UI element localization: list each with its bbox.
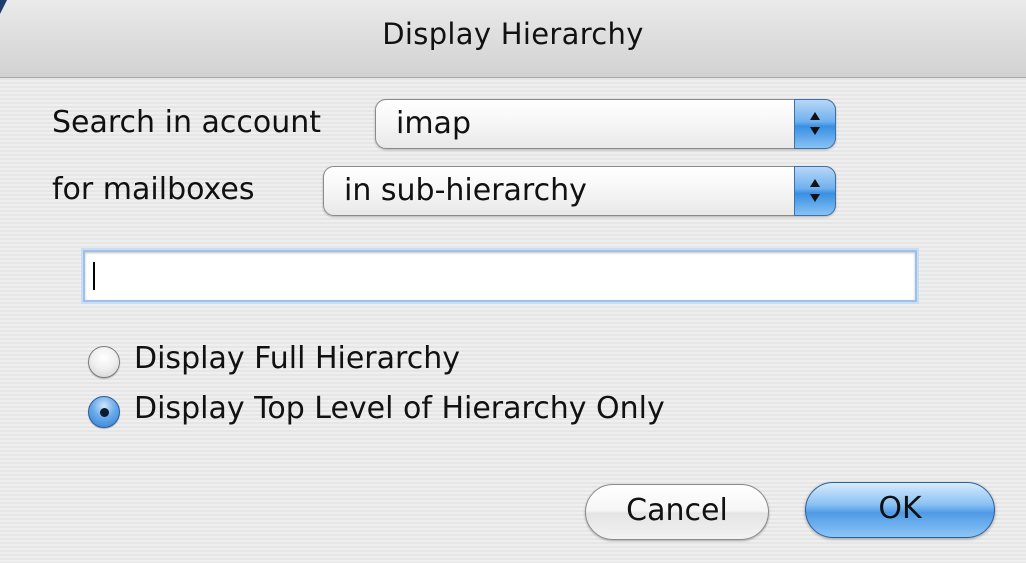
up-down-arrows-icon <box>794 166 836 216</box>
mailboxes-label: for mailboxes <box>52 172 255 207</box>
dialog-title: Display Hierarchy <box>382 17 644 51</box>
cancel-button[interactable]: Cancel <box>585 484 769 540</box>
ok-button[interactable]: OK <box>805 482 995 538</box>
up-down-arrows-icon <box>794 99 836 149</box>
radio-dot-icon <box>100 408 109 417</box>
radio-label: Display Full Hierarchy <box>134 341 460 376</box>
dialog-window: Display Hierarchy Search in account imap… <box>0 0 1026 563</box>
window-corner-icon <box>0 0 7 14</box>
radio-label: Display Top Level of Hierarchy Only <box>134 391 665 426</box>
radio-button[interactable] <box>88 346 120 378</box>
account-popup[interactable]: imap <box>375 99 836 149</box>
search-account-label: Search in account <box>52 105 322 140</box>
account-popup-value: imap <box>396 106 471 141</box>
mailboxes-popup-value: in sub-hierarchy <box>344 173 587 208</box>
text-caret <box>93 262 95 290</box>
mailboxes-popup[interactable]: in sub-hierarchy <box>323 166 836 216</box>
radio-button-selected[interactable] <box>88 396 120 428</box>
title-bar[interactable]: Display Hierarchy <box>0 0 1026 78</box>
search-text-field[interactable] <box>83 250 917 302</box>
